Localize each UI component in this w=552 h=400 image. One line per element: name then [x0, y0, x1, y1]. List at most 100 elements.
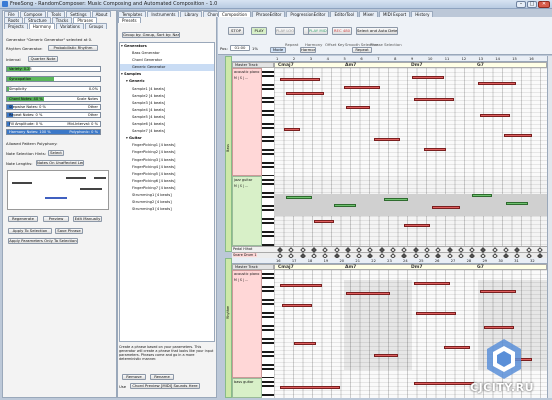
tree-item[interactable]: ▾ Guitar	[120, 135, 214, 142]
piano-keys-lower[interactable]	[262, 270, 274, 378]
tree-item[interactable]: Strumming2 [4 beats]	[120, 199, 214, 206]
tree-item[interactable]: Sample7 [4 beats]	[120, 128, 214, 135]
tree-item[interactable]: FingerPicking5 [4 beats]	[120, 171, 214, 178]
guitar-keys-upper[interactable]	[262, 176, 274, 246]
play-button[interactable]: PLAY	[251, 27, 267, 35]
tree-item[interactable]: Sample2 [4 beats]	[120, 93, 214, 100]
fill-amplitude-slider[interactable]: Fill Amplitude: 0 % Mid-Interval: 0 %	[6, 121, 101, 127]
vertical-scrollbar[interactable]	[547, 56, 552, 398]
note-selection-label: Note Selection Hints:	[6, 151, 46, 156]
chord-notes-slider[interactable]: Chord Notes: 40 % Scale Notes	[6, 96, 101, 102]
mode-sub-5: Phrase Selection	[370, 42, 402, 47]
generator-description: Create a phrase based on your parameters…	[119, 345, 214, 361]
rename-button[interactable]: Rename	[150, 374, 174, 380]
repeat-notes-slider[interactable]: Repeat Notes: 0 % Other	[6, 112, 101, 118]
transport-toolbar	[218, 17, 552, 55]
track-piano-controls[interactable]: M | S | ...	[233, 75, 261, 81]
lower-track-controls[interactable]: M | S | ...	[233, 277, 261, 283]
tree-item[interactable]: FingerPicking7 [4 beats]	[120, 185, 214, 192]
apply-parameters-button[interactable]: Apply Parameters Only To Selection	[8, 238, 78, 244]
track-guitar-controls[interactable]: M | S | ...	[233, 183, 261, 189]
apply-to-selection-button[interactable]: Apply To Selection	[8, 228, 52, 234]
note-lengths-label: Note Lengths:	[6, 161, 33, 166]
stop-button[interactable]: STOP	[228, 27, 244, 35]
middle-tabs-2: Presets	[118, 17, 142, 23]
upper-side-label: Bass	[226, 144, 230, 152]
track-piano-header[interactable]: acoustic piano M | S | ...	[232, 68, 262, 176]
group-sort-button[interactable]: Group by: Group, Sort by: Name	[122, 32, 180, 38]
interval-label: Interval	[6, 57, 21, 62]
interval-select[interactable]: Quarter Note	[28, 56, 58, 62]
tab-presets[interactable]: Presets	[118, 17, 141, 23]
save-button[interactable]: REC 480	[332, 27, 352, 35]
tree-item[interactable]: Sample4 [4 beats]	[120, 107, 214, 114]
lower-side-label: Rhythm	[226, 305, 230, 319]
tree-item[interactable]: FingerPicking2 [4 beats]	[120, 149, 214, 156]
maximize-button[interactable]: □	[527, 1, 537, 8]
position-label: Pos:	[220, 46, 228, 51]
tab-groups[interactable]: Groups	[84, 23, 108, 29]
title-bar: FreeSong - RandomComposer: Music Composi…	[0, 0, 552, 9]
track-guitar-header[interactable]: jazz guitar M | S | ...	[232, 176, 262, 246]
mode-button[interactable]: Mode	[270, 47, 286, 53]
select-auto-detect-button[interactable]: Select and Auto Detect	[356, 27, 398, 35]
tree-item[interactable]: Sample3 [4 beats]	[120, 100, 214, 107]
syncopation-slider[interactable]: Syncopation	[6, 76, 101, 82]
bass-keys-lower[interactable]	[262, 378, 274, 398]
regenerate-button[interactable]: Regenerate	[8, 216, 38, 222]
tree-item[interactable]: Sample5 [4 beats]	[120, 114, 214, 121]
tab-harmony[interactable]: Harmony	[28, 23, 56, 29]
simplicity-slider[interactable]: Simplicity 0.0%	[6, 86, 101, 92]
tab-variations[interactable]: Variations	[56, 23, 84, 29]
rhythm-generator-button[interactable]: Probabilistic Rhythm	[48, 45, 98, 51]
piano-roll-upper[interactable]	[274, 68, 547, 176]
tree-item[interactable]: Strumming1 [4 beats]	[120, 192, 214, 199]
tab-library[interactable]: Library	[180, 11, 203, 17]
save-phrase-button[interactable]: Save Phrase	[55, 228, 83, 234]
tree-item[interactable]: FingerPicking4 [4 beats]	[120, 164, 214, 171]
repeat-select[interactable]: Repeat	[352, 47, 372, 53]
note-lengths-button[interactable]: Notes On Unaffected Length	[36, 160, 84, 166]
tree-item[interactable]: Strumming3 [4 beats]	[120, 206, 214, 213]
edit-manually-button[interactable]: Edit Manually	[73, 216, 102, 222]
editor-tabs: Composition PhraseEditor ProgressionEditor…	[218, 11, 434, 17]
chord-preview-button[interactable]: Chord Preview [MIDI] Sounds Here	[130, 383, 200, 389]
preset-tree[interactable]: ▾ Generators Bass Generator Chord Generato…	[119, 42, 215, 342]
tree-item[interactable]: Generic Generator	[120, 64, 214, 72]
harmony-notes-slider[interactable]: Harmony Notes: 100 % Polyphonic: 0 %	[6, 129, 101, 135]
tree-item[interactable]: ▾ Generators	[120, 43, 214, 50]
tab-instruments[interactable]: Instruments	[147, 11, 180, 17]
window-title: FreeSong - RandomComposer: Music Composi…	[10, 1, 218, 7]
minimize-button[interactable]: –	[516, 1, 526, 8]
tree-item[interactable]: ▾ Generic	[120, 78, 214, 85]
guitar-roll-upper[interactable]	[274, 176, 547, 246]
position-field[interactable]: 01:00	[230, 45, 250, 51]
cjcity-logo-icon	[487, 339, 521, 379]
harmony-select[interactable]: Harmony	[300, 47, 316, 53]
select-button[interactable]: Select	[48, 150, 64, 156]
close-button[interactable]: ✕	[538, 1, 550, 8]
tree-item[interactable]: Sample6 [4 beats]	[120, 121, 214, 128]
watermark: CJCITY.RU	[470, 381, 535, 394]
lower-track2-header[interactable]: bass guitar	[232, 378, 262, 398]
piano-keys-upper[interactable]	[262, 68, 274, 176]
tree-item[interactable]: Chord Generator	[120, 57, 214, 64]
preview-button[interactable]: Preview	[43, 216, 69, 222]
rhythm-preview[interactable]	[7, 170, 109, 210]
remove-button[interactable]: Remove	[122, 374, 146, 380]
middle-tabs: Templates Instruments Library Chords	[118, 11, 226, 17]
tab-projects[interactable]: Projects	[4, 23, 28, 29]
variety-slider[interactable]: Variety: 0.25	[6, 66, 101, 72]
zoom-value: 1%	[252, 46, 259, 51]
stepwise-notes-slider[interactable]: Stepwise Notes: 0 % Other	[6, 104, 101, 110]
allowed-polyphony-label: Allowed Pattern Polyphony:	[6, 141, 58, 146]
lower-track-header[interactable]: acoustic piano M | S | ...	[232, 270, 262, 378]
tree-item[interactable]: Sample1 [4 beats]	[120, 86, 214, 93]
render-button[interactable]: PLAY MIDI	[308, 27, 328, 35]
play-loop-button[interactable]: PLAY LOOP	[275, 27, 295, 35]
tree-item[interactable]: ▾ Samples	[120, 71, 214, 78]
tree-item[interactable]: Bass Generator	[120, 50, 214, 57]
tree-item[interactable]: FingerPicking1 [4 beats]	[120, 142, 214, 149]
tree-item[interactable]: FingerPicking3 [4 beats]	[120, 157, 214, 164]
tree-item[interactable]: FingerPicking6 [4 beats]	[120, 178, 214, 185]
